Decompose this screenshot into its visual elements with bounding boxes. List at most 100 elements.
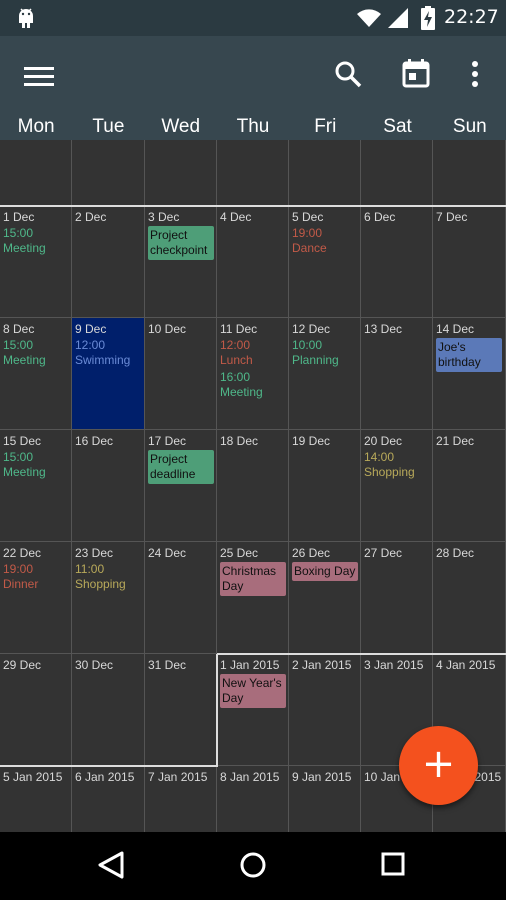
day-cell[interactable]: 29 Dec [0,654,72,766]
day-cell[interactable]: 15 Dec 15:00 Meeting [0,430,72,542]
day-label: 5 Jan 2015 [3,770,63,784]
day-cell[interactable]: 14 Dec Joe's birthday [433,318,506,430]
all-day-event-chip[interactable]: Project deadline [148,450,214,484]
day-cell[interactable]: 5 Jan 2015 [0,766,72,832]
day-cell[interactable]: 6 Dec [361,206,433,318]
event-time: 12:00 [75,338,106,352]
weekday-sat: Sat [383,116,412,137]
battery-charging-icon [421,6,435,30]
day-cell[interactable]: 21 Dec [433,430,506,542]
event-time: 15:00 [3,450,34,464]
day-label: 29 Dec [3,658,42,672]
day-label: 3 Jan 2015 [364,658,424,672]
weekday-header: Mon Tue Wed Thu Fri Sat Sun [0,116,506,140]
event-item[interactable]: 16:00 Meeting [220,370,263,400]
day-cell[interactable]: 18 Dec [217,430,289,542]
add-event-button[interactable]: + [399,726,478,805]
event-title: Meeting [3,241,46,255]
month-boundary-line [216,654,218,767]
day-cell[interactable]: 8 Jan 2015 [217,766,289,832]
day-label: 5 Dec [292,210,324,224]
event-item[interactable]: 12:00 Swimming [75,338,130,368]
day-label: 1 Dec [3,210,35,224]
event-item[interactable]: 19:00 Dinner [3,562,38,592]
event-title: Swimming [75,353,131,367]
day-cell[interactable]: 28 Dec [433,542,506,654]
event-item[interactable]: 10:00 Planning [292,338,339,368]
weekday-mon: Mon [17,116,55,137]
day-cell[interactable]: 9 Jan 2015 [289,766,361,832]
day-label: 2 Jan 2015 [292,658,352,672]
day-cell[interactable]: 19 Dec [289,430,361,542]
recent-apps-icon[interactable] [380,851,406,877]
home-icon[interactable] [238,850,268,880]
day-cell[interactable]: 7 Dec [433,206,506,318]
day-label: 21 Dec [436,434,475,448]
all-day-event-chip[interactable]: New Year's Day [220,674,286,708]
day-label: 8 Jan 2015 [220,770,280,784]
day-cell[interactable] [433,140,506,206]
event-time: 10:00 [292,338,323,352]
day-cell[interactable]: 22 Dec 19:00 Dinner [0,542,72,654]
event-item[interactable]: 15:00 Meeting [3,338,46,368]
day-cell[interactable]: 4 Dec [217,206,289,318]
day-label: 9 Jan 2015 [292,770,352,784]
day-cell[interactable]: 23 Dec 11:00 Shopping [72,542,145,654]
event-title: Shopping [364,465,415,479]
all-day-event-chip[interactable]: Project checkpoint [148,226,214,260]
status-bar: 22:27 [0,0,506,36]
day-cell[interactable]: 31 Dec [145,654,217,766]
more-vert-icon[interactable] [468,60,482,88]
weekday-thu: Thu [236,116,270,137]
day-label: 14 Dec [436,322,475,336]
day-cell[interactable]: 16 Dec [72,430,145,542]
day-cell[interactable]: 26 Dec Boxing Day [289,542,361,654]
day-cell[interactable]: 10 Dec [145,318,217,430]
day-label: 4 Dec [220,210,252,224]
search-icon[interactable] [334,60,362,88]
day-cell[interactable]: 25 Dec Christmas Day [217,542,289,654]
day-cell[interactable]: 30 Dec [72,654,145,766]
calendar-today-icon[interactable] [402,58,430,88]
event-title: Shopping [75,577,126,591]
day-cell[interactable] [289,140,361,206]
event-time: 11:00 [75,562,105,576]
event-time: 15:00 [3,338,34,352]
day-cell[interactable] [361,140,433,206]
event-item[interactable]: 14:00 Shopping [364,450,415,480]
all-day-event-chip[interactable]: Christmas Day [220,562,286,596]
day-cell[interactable]: 20 Dec 14:00 Shopping [361,430,433,542]
day-cell[interactable]: 13 Dec [361,318,433,430]
day-cell[interactable] [145,140,217,206]
event-item[interactable]: 11:00 Shopping [75,562,126,592]
day-cell[interactable]: 2 Dec [72,206,145,318]
day-cell[interactable]: 3 Dec Project checkpoint [145,206,217,318]
day-cell[interactable]: 11 Dec 12:00 Lunch 16:00 Meeting [217,318,289,430]
day-cell[interactable] [0,140,72,206]
back-icon[interactable] [96,850,126,880]
day-cell[interactable]: 5 Dec 19:00 Dance [289,206,361,318]
all-day-event-chip[interactable]: Joe's birthday [436,338,502,372]
day-label: 17 Dec [148,434,187,448]
event-item[interactable]: 12:00 Lunch [220,338,253,368]
day-cell[interactable]: 17 Dec Project deadline [145,430,217,542]
day-cell[interactable]: 7 Jan 2015 [145,766,217,832]
day-cell[interactable]: 6 Jan 2015 [72,766,145,832]
all-day-event-chip[interactable]: Boxing Day [292,562,358,581]
day-cell[interactable] [72,140,145,206]
day-cell[interactable]: 2 Jan 2015 [289,654,361,766]
day-cell[interactable]: 27 Dec [361,542,433,654]
event-item[interactable]: 15:00 Meeting [3,450,46,480]
day-cell[interactable]: 12 Dec 10:00 Planning [289,318,361,430]
month-boundary-line [217,653,506,655]
event-item[interactable]: 15:00 Meeting [3,226,46,256]
day-cell[interactable]: 24 Dec [145,542,217,654]
day-cell[interactable]: 1 Dec 15:00 Meeting [0,206,72,318]
event-item[interactable]: 19:00 Dance [292,226,327,256]
menu-icon[interactable] [24,66,54,88]
day-cell[interactable]: 1 Jan 2015 New Year's Day [217,654,289,766]
day-cell[interactable]: 9 Dec 12:00 Swimming [72,318,145,430]
day-label: 30 Dec [75,658,114,672]
day-cell[interactable]: 8 Dec 15:00 Meeting [0,318,72,430]
day-cell[interactable] [217,140,289,206]
